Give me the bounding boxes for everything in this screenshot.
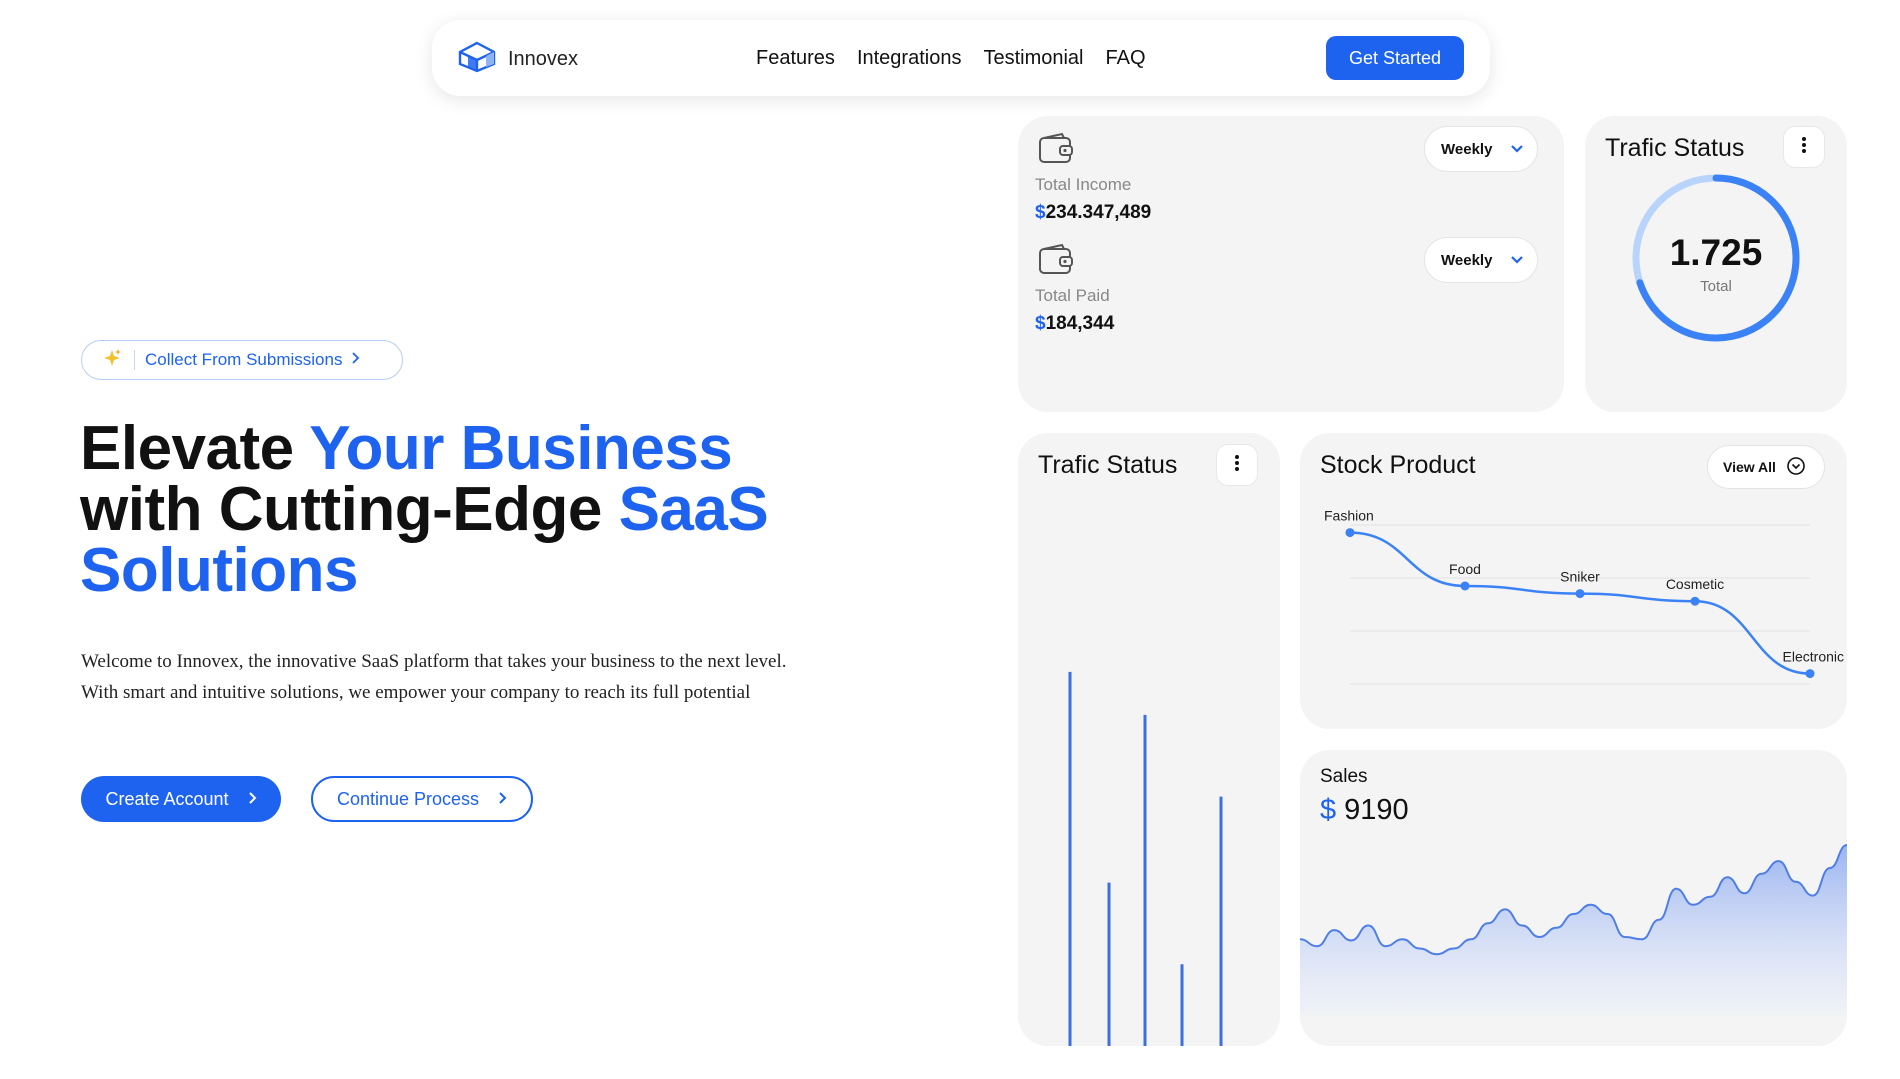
stock-point — [1460, 581, 1470, 591]
stock-point-label: Food — [1449, 561, 1481, 577]
hero-title-part: Elevate — [80, 414, 310, 483]
continue-process-button[interactable]: Continue Process — [311, 776, 533, 822]
total-paid-amount: $184,344 — [1035, 313, 1114, 335]
traffic-total-value: 1.725 — [1669, 232, 1763, 273]
logo-icon — [456, 40, 498, 79]
stock-point — [1805, 669, 1815, 679]
pill-divider — [134, 350, 135, 370]
stock-product-card: Stock Product View All Fashion Food Sniker… — [1300, 433, 1847, 729]
wallet-icon — [1038, 243, 1074, 282]
stock-series-line — [1349, 531, 1811, 675]
chevron-right-icon — [497, 789, 507, 810]
wallet-icon — [1038, 132, 1074, 171]
traffic-status-bars-card: Trafic Status — [1018, 433, 1280, 1046]
hero-title-part: with Cutting-Edge — [80, 475, 619, 544]
currency-symbol: $ — [1035, 313, 1046, 334]
create-account-button[interactable]: Create Account — [81, 776, 281, 822]
hero-description: Welcome to Innovex, the innovative SaaS … — [81, 651, 787, 703]
total-income-amount: $234.347,489 — [1035, 202, 1151, 224]
income-period-select[interactable]: Weekly — [1424, 126, 1538, 172]
traffic-bar-chart — [1068, 671, 1223, 1046]
traffic-total-caption: Total — [1700, 278, 1732, 295]
chevron-down-icon — [1510, 141, 1524, 158]
stock-point-label: Cosmetic — [1666, 576, 1724, 592]
income-card: Total Income $234.347,489 Weekly Total P… — [1018, 116, 1564, 412]
stock-point-label: Sniker — [1560, 569, 1600, 585]
total-income-value: 234.347,489 — [1045, 202, 1152, 223]
nav-link-faq[interactable]: FAQ — [1106, 47, 1146, 70]
nav-links: Features Integrations Testimonial FAQ — [756, 20, 1146, 96]
chevron-right-icon — [350, 351, 360, 370]
collect-submissions-pill[interactable]: Collect From Submissions — [81, 340, 403, 380]
income-period-value: Weekly — [1441, 140, 1493, 158]
continue-process-label: Continue Process — [336, 788, 480, 809]
sales-area-fill — [1300, 845, 1847, 1015]
sales-card: Sales $9190 — [1300, 750, 1847, 1046]
top-navbar: Innovex Features Integrations Testimonia… — [432, 20, 1490, 96]
brand[interactable]: Innovex — [456, 40, 578, 79]
stock-point — [1575, 589, 1585, 599]
chevron-right-icon — [247, 789, 257, 810]
stock-point-label: Fashion — [1324, 508, 1374, 524]
create-account-label: Create Account — [105, 788, 229, 809]
stock-point-label: Electronic — [1783, 649, 1844, 665]
total-paid-label: Total Paid — [1035, 286, 1110, 305]
hero-title-highlight: Your Business — [309, 414, 733, 483]
hero-title: Elevate Your Business with Cutting-Edge … — [80, 418, 840, 602]
brand-name: Innovex — [508, 48, 579, 70]
stock-point — [1690, 596, 1700, 606]
stock-point — [1345, 528, 1355, 538]
nav-link-testimonial[interactable]: Testimonial — [983, 47, 1083, 70]
get-started-button[interactable]: Get Started — [1326, 36, 1464, 80]
chevron-down-icon — [1510, 252, 1524, 269]
sparkle-icon — [102, 348, 122, 373]
traffic-status-summary-card: Trafic Status 1.725 Total — [1585, 116, 1847, 412]
paid-period-value: Weekly — [1441, 251, 1493, 269]
total-income-label: Total Income — [1035, 175, 1132, 194]
currency-symbol: $ — [1035, 202, 1046, 223]
sales-area-chart — [1300, 844, 1847, 1015]
nav-link-integrations[interactable]: Integrations — [857, 47, 962, 70]
paid-period-select[interactable]: Weekly — [1424, 237, 1538, 283]
stock-line-chart: Fashion Food Sniker Cosmetic Electronic — [1324, 508, 1844, 685]
total-paid-value: 184,344 — [1045, 313, 1115, 334]
nav-link-features[interactable]: Features — [756, 47, 835, 70]
pill-label: Collect From Submissions — [145, 350, 343, 369]
